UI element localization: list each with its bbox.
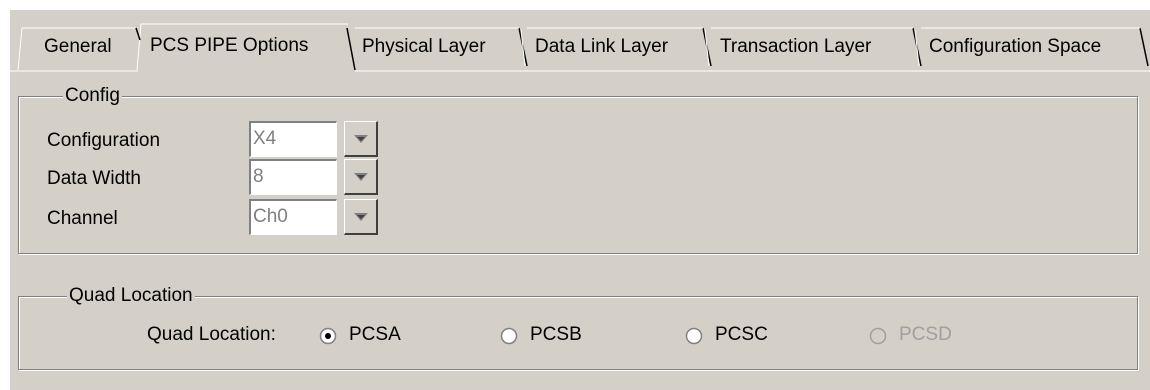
quad-location-group-title: Quad Location bbox=[67, 285, 195, 307]
tab-physical-layer-label: Physical Layer bbox=[362, 36, 486, 57]
channel-select[interactable]: Ch0 bbox=[249, 199, 337, 235]
tab-general-label: General bbox=[44, 36, 112, 57]
tab-strip: General PCS PIPE Options Physical Layer … bbox=[10, 10, 1150, 76]
configuration-value: X4 bbox=[253, 128, 277, 149]
config-group: Config Configuration X4 Data Width 8 Cha… bbox=[18, 85, 1138, 254]
tab-physical-layer[interactable]: Physical Layer bbox=[338, 24, 486, 70]
tab-pcs-pipe-options-label: PCS PIPE Options bbox=[150, 35, 309, 56]
properties-panel: General PCS PIPE Options Physical Layer … bbox=[10, 10, 1150, 390]
data-width-dropdown-button[interactable] bbox=[344, 159, 378, 195]
chevron-down-icon bbox=[354, 135, 368, 143]
data-width-value: 8 bbox=[253, 166, 264, 187]
tab-data-link-layer[interactable]: Data Link Layer bbox=[511, 24, 668, 70]
tab-transaction-layer[interactable]: Transaction Layer bbox=[696, 24, 871, 70]
radio-pcsc-label[interactable]: PCSC bbox=[715, 323, 768, 347]
data-width-select[interactable]: 8 bbox=[249, 159, 337, 195]
radio-pcsa-label[interactable]: PCSA bbox=[349, 323, 401, 347]
tab-general[interactable]: General bbox=[20, 24, 112, 70]
tab-pcs-pipe-options[interactable]: PCS PIPE Options bbox=[126, 22, 308, 72]
channel-label: Channel bbox=[47, 208, 118, 229]
radio-pcsb-label[interactable]: PCSB bbox=[530, 323, 582, 347]
channel-value: Ch0 bbox=[253, 206, 288, 227]
radio-icon-pcsd bbox=[869, 327, 887, 345]
radio-icon-pcsc[interactable] bbox=[685, 327, 703, 345]
radio-icon-pcsb[interactable] bbox=[500, 327, 518, 345]
data-width-label: Data Width bbox=[47, 168, 141, 189]
tab-transaction-layer-label: Transaction Layer bbox=[720, 36, 872, 57]
configuration-label: Configuration bbox=[47, 130, 161, 151]
radio-pcsd-label: PCSD bbox=[899, 324, 952, 345]
tab-configuration-space-label: Configuration Space bbox=[929, 36, 1102, 57]
quad-location-group: Quad Location Quad Location: PCSA PCSB P… bbox=[18, 285, 1138, 370]
radio-icon-pcsa[interactable] bbox=[319, 327, 337, 345]
configuration-dropdown-button[interactable] bbox=[344, 121, 378, 157]
tab-configuration-space[interactable]: Configuration Space bbox=[905, 24, 1101, 70]
configuration-select[interactable]: X4 bbox=[249, 121, 337, 157]
channel-dropdown-button[interactable] bbox=[344, 199, 378, 235]
quad-location-label: Quad Location: bbox=[147, 324, 276, 345]
config-group-title: Config bbox=[63, 85, 122, 107]
chevron-down-icon bbox=[354, 213, 368, 221]
tab-data-link-layer-label: Data Link Layer bbox=[535, 36, 669, 57]
chevron-down-icon bbox=[354, 173, 368, 181]
